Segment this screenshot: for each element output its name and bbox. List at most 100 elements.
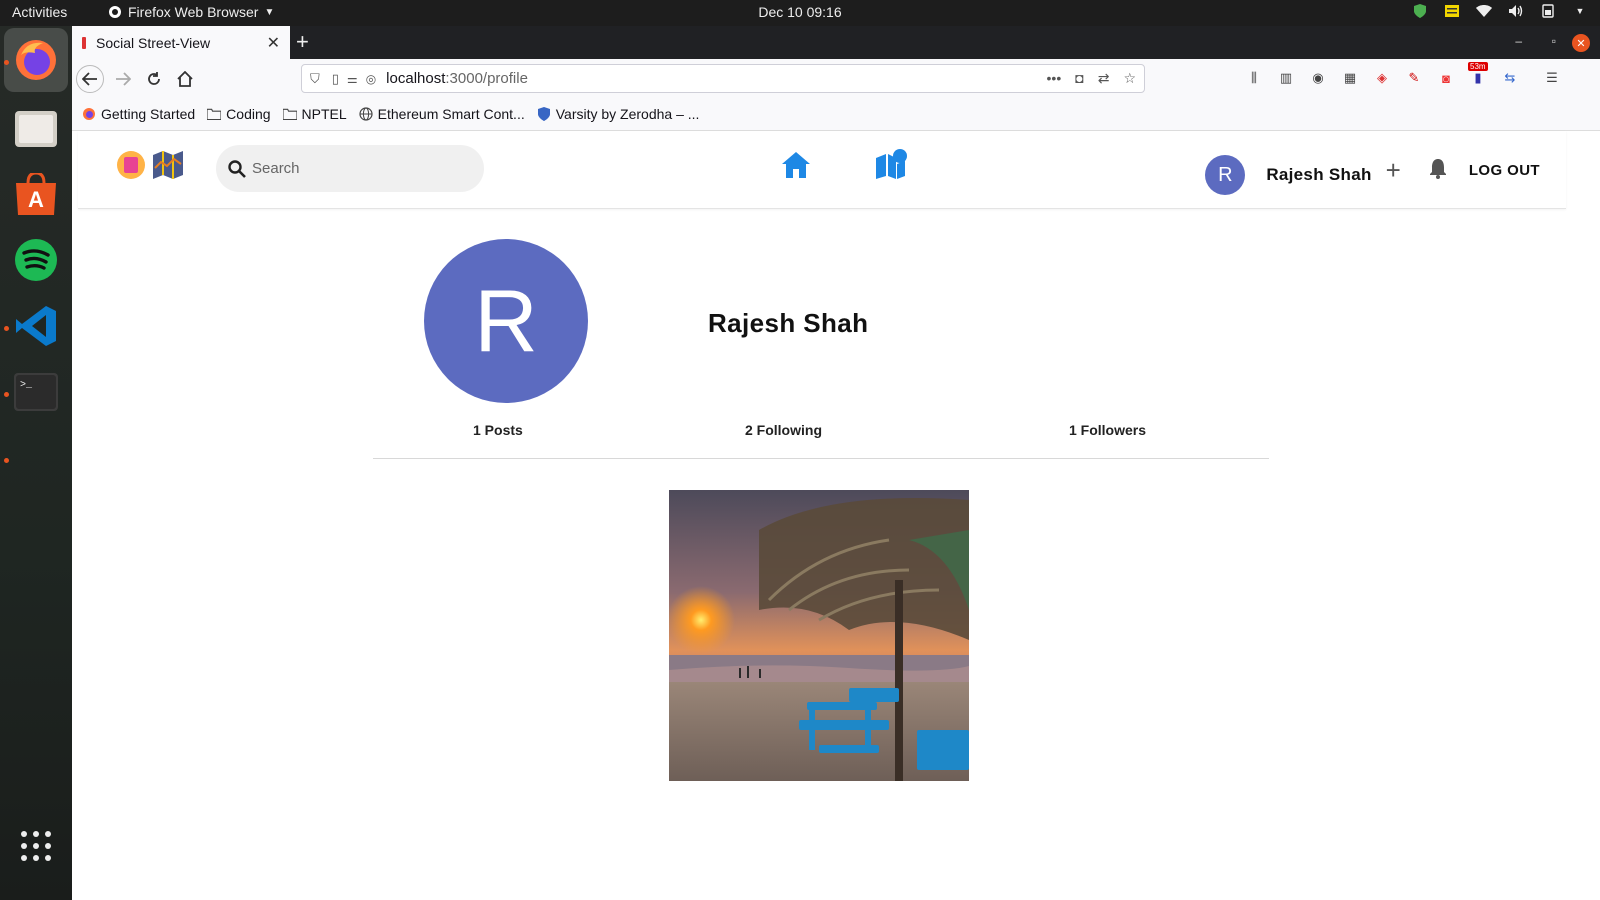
search-input[interactable]	[252, 160, 472, 177]
firefox-icon	[82, 107, 96, 121]
globe-icon	[359, 107, 373, 121]
system-top-bar: Activities Firefox Web Browser ▼ Dec 10 …	[0, 0, 1600, 26]
explore-nav-icon[interactable]	[875, 148, 907, 180]
hamburger-menu-icon[interactable]: ☰	[1542, 68, 1562, 88]
new-tab-button[interactable]: +	[296, 30, 309, 54]
dock-spotify[interactable]	[12, 236, 60, 284]
app-header: R Rajesh Shah + LOG OUT	[78, 131, 1566, 209]
svg-text:>_: >_	[20, 380, 33, 391]
bookmark-ethereum[interactable]: Ethereum Smart Cont...	[359, 106, 525, 122]
screenshot-icon[interactable]: ◙	[1436, 68, 1456, 88]
bookmark-getting-started[interactable]: Getting Started	[82, 106, 195, 122]
bookmark-label: Getting Started	[101, 106, 196, 122]
restore-icon[interactable]: ▫	[1552, 34, 1556, 48]
library-icon[interactable]: ⫼	[1244, 68, 1264, 88]
home-button[interactable]	[172, 66, 198, 92]
translate-extension-icon[interactable]: ⇆	[1500, 68, 1520, 88]
shield-tray-icon[interactable]	[1412, 3, 1428, 19]
logout-button[interactable]: LOG OUT	[1469, 162, 1540, 179]
clock[interactable]: Dec 10 09:16	[0, 4, 1600, 20]
bookmark-varsity[interactable]: Varsity by Zerodha – ...	[537, 106, 699, 122]
dock-vscode[interactable]	[12, 302, 60, 350]
translate-icon[interactable]: ⇄	[1098, 70, 1110, 87]
bookmarks-toolbar: Getting Started Coding NPTEL Ethereum Sm…	[72, 98, 1600, 131]
permissions-icon[interactable]: ⚌	[347, 72, 358, 86]
forward-arrow-icon	[116, 72, 131, 86]
url-actions: ••• ◘ ⇄ ☆	[1047, 70, 1136, 87]
bookmark-coding[interactable]: Coding	[207, 106, 271, 122]
spotify-icon	[15, 239, 57, 281]
beach-sunset-image	[669, 490, 969, 781]
followers-count[interactable]: 1 Followers	[1069, 422, 1146, 438]
folder-icon	[207, 107, 222, 121]
folder-icon	[282, 107, 297, 121]
minimize-icon[interactable]: –	[1515, 34, 1522, 48]
svg-text:A: A	[28, 187, 44, 212]
page-actions-icon[interactable]: •••	[1047, 70, 1062, 87]
bookmark-star-icon[interactable]: ☆	[1123, 70, 1136, 87]
profile-avatar: R	[424, 239, 588, 403]
dock-terminal[interactable]: >_	[12, 368, 60, 416]
map-icon	[153, 151, 183, 179]
posts-count[interactable]: 1 Posts	[473, 422, 523, 438]
post-thumbnail[interactable]	[669, 490, 969, 781]
logo-badge-icon	[117, 151, 145, 179]
tab-close-icon[interactable]: ✕	[267, 33, 280, 53]
url-host: localhost	[386, 70, 446, 87]
home-nav-icon[interactable]	[781, 151, 811, 179]
back-button[interactable]	[76, 65, 104, 93]
files-icon	[15, 111, 57, 147]
add-post-icon[interactable]: +	[1386, 155, 1401, 186]
extension-badge: 53m	[1468, 62, 1488, 71]
account-icon[interactable]: ◉	[1308, 68, 1328, 88]
vscode-icon	[16, 306, 56, 346]
notification-bell-icon[interactable]	[1427, 157, 1449, 184]
profile-name: Rajesh Shah	[708, 308, 869, 338]
tab-favicon-icon	[82, 36, 86, 49]
tab-active[interactable]: Social Street-View ✕	[72, 26, 290, 59]
app-grid-icon	[21, 831, 51, 861]
url-text[interactable]: localhost:3000/profile	[386, 70, 528, 87]
search-box[interactable]	[216, 145, 484, 192]
tab-title: Social Street-View	[96, 34, 211, 51]
sidebar-icon[interactable]: ▥	[1276, 68, 1296, 88]
bookmark-label: Coding	[226, 106, 271, 122]
bookmark-nptel[interactable]: NPTEL	[282, 106, 347, 122]
connection-icon[interactable]: ◎	[366, 72, 376, 86]
power-menu-caret-icon[interactable]: ▼	[1572, 3, 1588, 19]
user-avatar[interactable]: R	[1205, 155, 1246, 195]
page-info-icon[interactable]: ▯	[332, 71, 339, 87]
following-count[interactable]: 2 Following	[745, 422, 822, 438]
user-name[interactable]: Rajesh Shah	[1266, 165, 1371, 185]
firefox-window: Social Street-View ✕ + – ▫ ✕ ⛉ ▯ ⚌ ◎ loc…	[72, 26, 1600, 900]
notes-tray-icon[interactable]	[1444, 3, 1460, 19]
volume-icon[interactable]	[1508, 3, 1524, 19]
extensions-grid-icon[interactable]: ▦	[1340, 68, 1360, 88]
forward-button[interactable]	[110, 66, 136, 92]
url-bar[interactable]: ⛉ ▯ ⚌ ◎ localhost:3000/profile ••• ◘ ⇄ ☆	[301, 64, 1145, 93]
url-path: :3000/profile	[445, 70, 528, 87]
dock-show-apps[interactable]	[12, 822, 60, 870]
battery-icon[interactable]	[1540, 3, 1556, 19]
wifi-icon[interactable]	[1476, 3, 1492, 19]
system-tray[interactable]: ▼	[1412, 3, 1588, 19]
extension-timer-icon[interactable]: ▮ 53m	[1468, 62, 1488, 88]
dock-running-indicator	[4, 458, 9, 463]
extension-pen-icon[interactable]: ✎	[1404, 68, 1424, 88]
pocket-icon[interactable]: ◘	[1075, 70, 1083, 87]
reload-button[interactable]	[141, 66, 167, 92]
dock-files[interactable]	[12, 104, 60, 152]
bookmark-label: Ethereum Smart Cont...	[377, 106, 525, 122]
toolbar-extensions: ⫼ ▥ ◉ ▦ ◈ ✎ ◙ ▮ 53m ⇆ ☰	[1244, 62, 1562, 88]
extension-red-icon[interactable]: ◈	[1372, 68, 1392, 88]
dock-software[interactable]: A	[12, 170, 60, 218]
bookmark-label: NPTEL	[301, 106, 347, 122]
dock-firefox[interactable]	[4, 28, 68, 92]
tracking-shield-icon[interactable]: ⛉	[310, 71, 320, 87]
app-logo[interactable]	[116, 150, 184, 180]
dock-running-indicator	[4, 326, 9, 331]
navigation-toolbar: ⛉ ▯ ⚌ ◎ localhost:3000/profile ••• ◘ ⇄ ☆…	[72, 59, 1600, 98]
dock: A >_	[0, 26, 72, 900]
window-close-button[interactable]: ✕	[1572, 34, 1590, 52]
home-icon	[177, 71, 193, 87]
